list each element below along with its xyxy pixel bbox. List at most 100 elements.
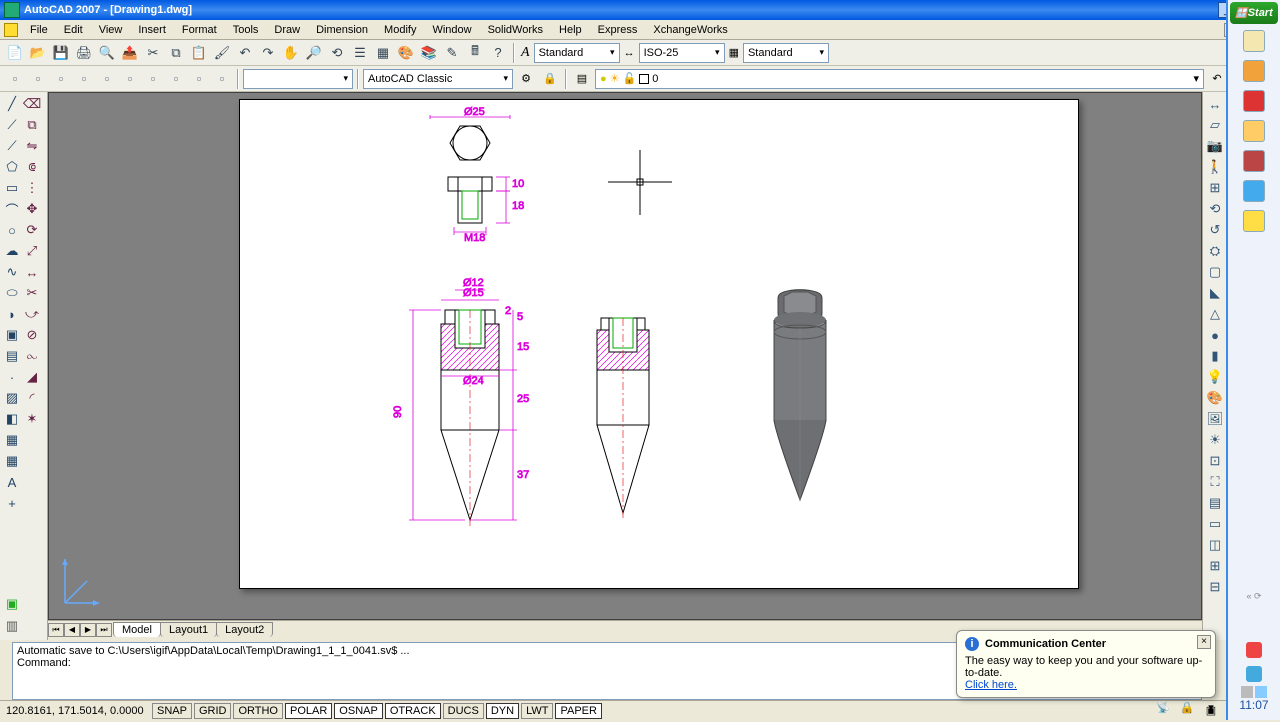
ws-tool-4[interactable]: ▫ (96, 68, 118, 90)
hatch-icon[interactable]: ▨ (2, 388, 22, 408)
status-osnap[interactable]: OSNAP (334, 703, 383, 719)
wedge3d-icon[interactable]: ◣ (1205, 283, 1225, 303)
block-editor-icon[interactable]: ▣ (2, 594, 22, 614)
menu-draw[interactable]: Draw (266, 22, 308, 38)
publish-icon[interactable]: 📤 (119, 42, 141, 64)
render-icon[interactable]: 🖼 (1205, 409, 1225, 429)
clock[interactable]: 11:07 (1239, 698, 1268, 712)
mirror-icon[interactable]: ⇋ (22, 136, 42, 156)
taskbar-item-5[interactable] (1243, 150, 1265, 172)
adjust-icon[interactable]: ⛭ (1205, 241, 1225, 261)
ellipse-icon[interactable]: ⬭ (2, 283, 22, 303)
dashboard-icon[interactable]: ▥ (2, 616, 22, 636)
menu-window[interactable]: Window (424, 22, 479, 38)
line-icon[interactable]: ╱ (2, 94, 22, 114)
toolbar-options-icon[interactable]: ▾ (1200, 696, 1222, 718)
start-button[interactable]: 🪟Start (1230, 2, 1278, 24)
status-ortho[interactable]: ORTHO (233, 703, 283, 719)
arc-icon[interactable]: ⌒ (2, 199, 22, 219)
grid-icon[interactable]: ⊞ (1205, 178, 1225, 198)
taskbar-item-7[interactable] (1243, 210, 1265, 232)
paste-icon[interactable]: 📋 (188, 42, 210, 64)
extend-icon[interactable]: ⤻ (22, 304, 42, 324)
status-polar[interactable]: POLAR (285, 703, 332, 719)
light-icon[interactable]: 💡 (1205, 367, 1225, 387)
text-style-combo[interactable]: Standard▾ (534, 43, 620, 63)
menu-xchangeworks[interactable]: XchangeWorks (645, 22, 735, 38)
xline-icon[interactable]: ⟋ (2, 115, 22, 135)
zoom-icon[interactable]: 🔎 (303, 42, 325, 64)
ws-tool-9[interactable]: ▫ (211, 68, 233, 90)
material-icon[interactable]: 🎨 (1205, 388, 1225, 408)
balloon-close-button[interactable]: × (1197, 635, 1211, 649)
region-icon[interactable]: ▦ (2, 430, 22, 450)
match-icon[interactable]: 🖌 (211, 42, 233, 64)
preview-icon[interactable]: 🔍 (96, 42, 118, 64)
taskbar-item-1[interactable] (1243, 30, 1265, 52)
mapping-icon[interactable]: ⊡ (1205, 451, 1225, 471)
ws-tool-6[interactable]: ▫ (142, 68, 164, 90)
props-icon[interactable]: ☰ (349, 42, 371, 64)
taskbar-item-6[interactable] (1243, 180, 1265, 202)
ws-tool-5[interactable]: ▫ (119, 68, 141, 90)
rotate-icon[interactable]: ⟳ (22, 220, 42, 240)
undo-icon[interactable]: ↶ (234, 42, 256, 64)
break-icon[interactable]: ⊘ (22, 325, 42, 345)
menu-edit[interactable]: Edit (56, 22, 91, 38)
status-grid[interactable]: GRID (194, 703, 232, 719)
makeblock-icon[interactable]: ▤ (2, 346, 22, 366)
box3d-icon[interactable]: ▢ (1205, 262, 1225, 282)
join-icon[interactable]: ⧜ (22, 346, 42, 366)
mtext-icon[interactable]: A (2, 472, 22, 492)
workspace-lock-icon[interactable]: 🔒 (539, 68, 561, 90)
status-ducs[interactable]: DUCS (443, 703, 484, 719)
menu-insert[interactable]: Insert (130, 22, 174, 38)
ws-tool-8[interactable]: ▫ (188, 68, 210, 90)
rect-icon[interactable]: ▭ (2, 178, 22, 198)
erase-icon[interactable]: ⌫ (22, 94, 42, 114)
ws-tool-0[interactable]: ▫ (4, 68, 26, 90)
vp2-icon[interactable]: ◫ (1205, 535, 1225, 555)
open-icon[interactable]: 📂 (27, 42, 49, 64)
sun-icon[interactable]: ☀ (1205, 430, 1225, 450)
cone3d-icon[interactable]: △ (1205, 304, 1225, 324)
vp4-icon[interactable]: ⊟ (1205, 577, 1225, 597)
layer-prev-icon[interactable]: ↶ (1206, 68, 1228, 90)
offset-icon[interactable]: ⟃ (22, 157, 42, 177)
fillet-icon[interactable]: ◜ (22, 388, 42, 408)
menu-express[interactable]: Express (590, 22, 646, 38)
trim-icon[interactable]: ✂ (22, 283, 42, 303)
tab-prev-button[interactable]: ◀ (64, 623, 80, 637)
systray-icon-2[interactable] (1246, 666, 1262, 682)
revcloud-icon[interactable]: ☁ (2, 241, 22, 261)
swivel-icon[interactable]: ↺ (1205, 220, 1225, 240)
sheetset-icon[interactable]: 📚 (418, 42, 440, 64)
chamfer-icon[interactable]: ◢ (22, 367, 42, 387)
menu-format[interactable]: Format (174, 22, 225, 38)
coordinate-display[interactable]: 120.8161, 171.5014, 0.0000 (0, 705, 150, 717)
status-otrack[interactable]: OTRACK (385, 703, 441, 719)
taskbar-item-3[interactable] (1243, 90, 1265, 112)
status-snap[interactable]: SNAP (152, 703, 192, 719)
layer-manager-icon[interactable]: ▤ (571, 68, 593, 90)
status-paper[interactable]: PAPER (555, 703, 601, 719)
gradient-icon[interactable]: ◧ (2, 409, 22, 429)
scale-icon[interactable]: ⤢ (22, 241, 42, 261)
sphere3d-icon[interactable]: ● (1205, 325, 1225, 345)
workspace-settings-icon[interactable]: ⚙ (515, 68, 537, 90)
volume-icon[interactable] (1255, 686, 1267, 698)
move-icon[interactable]: ✥ (22, 199, 42, 219)
menu-help[interactable]: Help (551, 22, 590, 38)
camera-icon[interactable]: 📷 (1205, 136, 1225, 156)
designcenter-icon[interactable]: ▦ (372, 42, 394, 64)
workspace-combo[interactable]: AutoCAD Classic▾ (363, 69, 513, 89)
stretch-icon[interactable]: ↔ (22, 262, 42, 282)
vp3-icon[interactable]: ⊞ (1205, 556, 1225, 576)
tab-model[interactable]: Model (113, 622, 161, 637)
block-icon[interactable]: ▣ (2, 325, 22, 345)
lock-ui-icon[interactable]: 🔒 (1176, 696, 1198, 718)
array-icon[interactable]: ⋮ (22, 178, 42, 198)
toolpalette-icon[interactable]: 🎨 (395, 42, 417, 64)
tab-layout2[interactable]: Layout2 (216, 622, 273, 637)
copy-icon[interactable]: ⧉ (165, 42, 187, 64)
